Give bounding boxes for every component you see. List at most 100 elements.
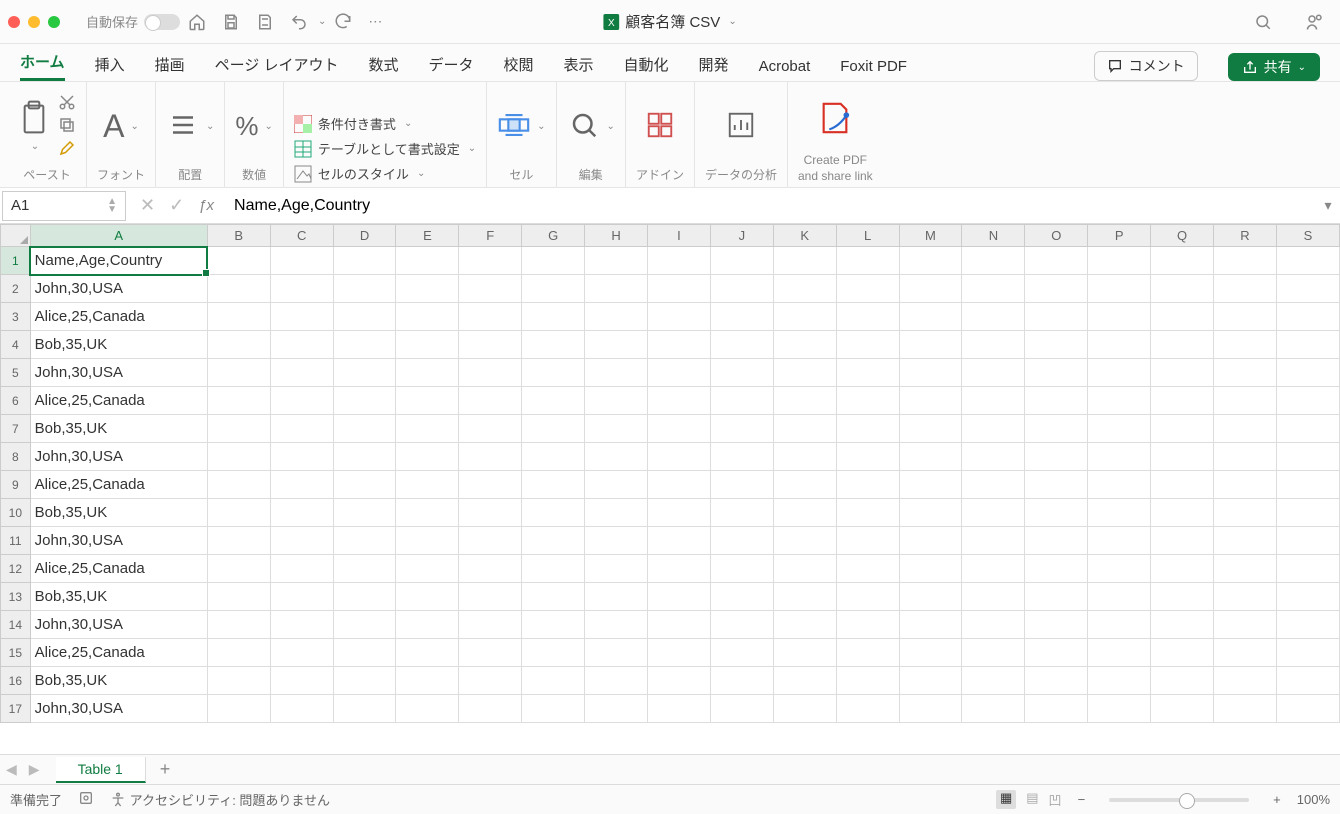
cell-O1[interactable] xyxy=(1025,247,1088,275)
cell-E15[interactable] xyxy=(396,639,459,667)
cell-M17[interactable] xyxy=(899,695,962,723)
cell-P8[interactable] xyxy=(1088,443,1151,471)
col-header-D[interactable]: D xyxy=(333,225,396,247)
cell-S14[interactable] xyxy=(1276,611,1339,639)
cell-K12[interactable] xyxy=(773,555,836,583)
cell-S12[interactable] xyxy=(1276,555,1339,583)
cells-dropdown[interactable]: ⌄ xyxy=(537,121,545,132)
cell-C8[interactable] xyxy=(270,443,333,471)
cell-G7[interactable] xyxy=(522,415,585,443)
sheet-nav-next[interactable]: ▶ xyxy=(23,761,46,778)
cell-J7[interactable] xyxy=(710,415,773,443)
cell-A1[interactable]: Name,Age,Country xyxy=(30,247,207,275)
cell-A6[interactable]: Alice,25,Canada xyxy=(30,387,207,415)
cell-N1[interactable] xyxy=(962,247,1025,275)
cell-I17[interactable] xyxy=(648,695,711,723)
cell-S17[interactable] xyxy=(1276,695,1339,723)
cell-I5[interactable] xyxy=(648,359,711,387)
cell-C4[interactable] xyxy=(270,331,333,359)
document-title[interactable]: X 顧客名簿 CSV ⌄ xyxy=(603,11,736,32)
cell-E12[interactable] xyxy=(396,555,459,583)
cell-J8[interactable] xyxy=(710,443,773,471)
cell-A11[interactable]: John,30,USA xyxy=(30,527,207,555)
cell-F15[interactable] xyxy=(459,639,522,667)
cell-Q12[interactable] xyxy=(1151,555,1214,583)
cell-R14[interactable] xyxy=(1214,611,1277,639)
zoom-window-button[interactable] xyxy=(48,16,60,28)
tab-Acrobat[interactable]: Acrobat xyxy=(759,58,811,81)
cell-K11[interactable] xyxy=(773,527,836,555)
row-header-4[interactable]: 4 xyxy=(1,331,31,359)
cell-S10[interactable] xyxy=(1276,499,1339,527)
tab-開発[interactable]: 開発 xyxy=(699,54,729,81)
cell-J12[interactable] xyxy=(710,555,773,583)
cell-H8[interactable] xyxy=(585,443,648,471)
cell-G1[interactable] xyxy=(522,247,585,275)
cell-K15[interactable] xyxy=(773,639,836,667)
cell-S11[interactable] xyxy=(1276,527,1339,555)
cell-Q3[interactable] xyxy=(1151,303,1214,331)
cell-K9[interactable] xyxy=(773,471,836,499)
cell-F8[interactable] xyxy=(459,443,522,471)
cell-P2[interactable] xyxy=(1088,275,1151,303)
minimize-window-button[interactable] xyxy=(28,16,40,28)
pdf-share-icon[interactable] xyxy=(815,101,855,138)
search-icon[interactable] xyxy=(1254,13,1272,31)
cell-K14[interactable] xyxy=(773,611,836,639)
cell-G16[interactable] xyxy=(522,667,585,695)
cell-I9[interactable] xyxy=(648,471,711,499)
cell-N15[interactable] xyxy=(962,639,1025,667)
home-icon[interactable] xyxy=(188,13,206,31)
cell-E4[interactable] xyxy=(396,331,459,359)
fx-icon[interactable]: ƒx xyxy=(198,197,214,214)
cell-C13[interactable] xyxy=(270,583,333,611)
cell-G2[interactable] xyxy=(522,275,585,303)
cell-R4[interactable] xyxy=(1214,331,1277,359)
cell-E2[interactable] xyxy=(396,275,459,303)
cell-S16[interactable] xyxy=(1276,667,1339,695)
enter-formula-icon[interactable]: ✓ xyxy=(169,195,184,216)
cut-icon[interactable] xyxy=(58,93,76,114)
cell-Q4[interactable] xyxy=(1151,331,1214,359)
cell-G17[interactable] xyxy=(522,695,585,723)
cell-H7[interactable] xyxy=(585,415,648,443)
cell-C10[interactable] xyxy=(270,499,333,527)
cell-L15[interactable] xyxy=(836,639,899,667)
cell-I14[interactable] xyxy=(648,611,711,639)
sheet-area[interactable]: ABCDEFGHIJKLMNOPQRS 1Name,Age,Country2Jo… xyxy=(0,224,1340,754)
cell-E5[interactable] xyxy=(396,359,459,387)
cell-O4[interactable] xyxy=(1025,331,1088,359)
cell-B13[interactable] xyxy=(207,583,270,611)
cell-M10[interactable] xyxy=(899,499,962,527)
save-alt-icon[interactable] xyxy=(256,13,274,31)
cell-P3[interactable] xyxy=(1088,303,1151,331)
cell-C6[interactable] xyxy=(270,387,333,415)
tab-Foxit PDF[interactable]: Foxit PDF xyxy=(840,58,907,81)
cell-C12[interactable] xyxy=(270,555,333,583)
cell-H13[interactable] xyxy=(585,583,648,611)
cell-O5[interactable] xyxy=(1025,359,1088,387)
cell-H9[interactable] xyxy=(585,471,648,499)
cell-F14[interactable] xyxy=(459,611,522,639)
cell-P15[interactable] xyxy=(1088,639,1151,667)
cell-H4[interactable] xyxy=(585,331,648,359)
cell-N16[interactable] xyxy=(962,667,1025,695)
cell-H15[interactable] xyxy=(585,639,648,667)
cell-J6[interactable] xyxy=(710,387,773,415)
tab-表示[interactable]: 表示 xyxy=(564,54,594,81)
cell-G15[interactable] xyxy=(522,639,585,667)
cell-Q8[interactable] xyxy=(1151,443,1214,471)
cell-R8[interactable] xyxy=(1214,443,1277,471)
row-header-12[interactable]: 12 xyxy=(1,555,31,583)
cell-F12[interactable] xyxy=(459,555,522,583)
cell-F2[interactable] xyxy=(459,275,522,303)
tab-データ[interactable]: データ xyxy=(428,54,473,81)
undo-dropdown[interactable]: ⌄ xyxy=(318,16,326,27)
cell-A2[interactable]: John,30,USA xyxy=(30,275,207,303)
cell-E3[interactable] xyxy=(396,303,459,331)
cell-A14[interactable]: John,30,USA xyxy=(30,611,207,639)
cell-H17[interactable] xyxy=(585,695,648,723)
col-header-F[interactable]: F xyxy=(459,225,522,247)
cell-O8[interactable] xyxy=(1025,443,1088,471)
cell-A7[interactable]: Bob,35,UK xyxy=(30,415,207,443)
